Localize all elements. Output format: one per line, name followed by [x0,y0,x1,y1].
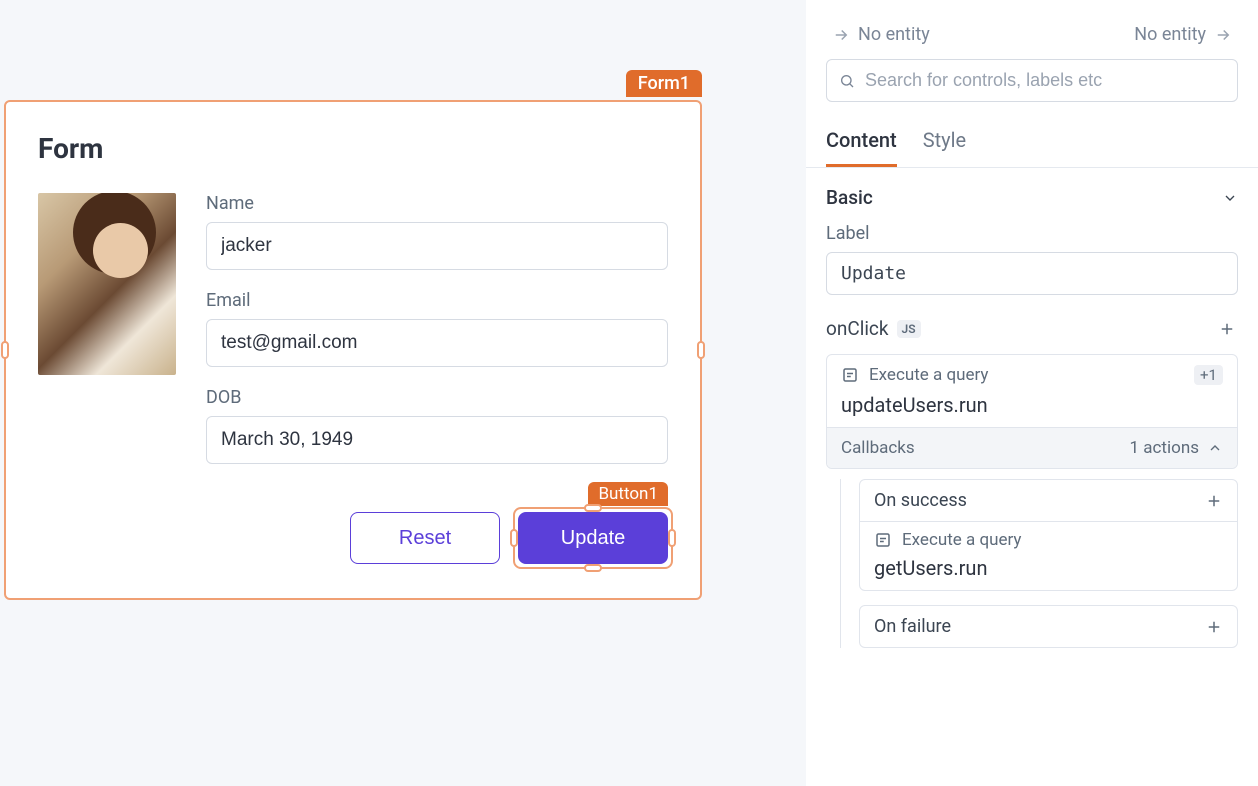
email-input[interactable] [206,319,668,367]
label-prop-input[interactable]: Update [826,252,1238,295]
chevron-down-icon [1222,190,1238,206]
dob-input[interactable] [206,416,668,464]
on-success-card[interactable]: On success Execute a query getUsers.run [859,479,1238,591]
callbacks-count: 1 actions [1130,438,1199,458]
form-fields: Name Email DOB [206,193,668,484]
field-name: Name [206,193,668,270]
form-tag: Form1 [626,70,702,97]
prev-entity-label: No entity [858,24,930,45]
search-box[interactable] [826,59,1238,102]
label-prop-title: Label [826,223,1238,244]
chevron-up-icon [1207,440,1223,456]
plus-icon[interactable] [1205,618,1223,636]
onclick-label: onClick [826,317,889,340]
success-action-code: getUsers.run [860,556,1237,590]
resize-handle-bottom[interactable] [584,564,602,572]
form-body: Name Email DOB [38,193,668,484]
search-icon [839,73,855,89]
form-actions: Reset Button1 Update [38,512,668,564]
action-code: updateUsers.run [827,393,1237,427]
section-basic[interactable]: Basic [826,168,1238,223]
add-action-button[interactable] [1216,318,1238,340]
arrow-right-icon [832,26,850,44]
tab-content[interactable]: Content [826,122,897,167]
action-count-badge: +1 [1194,365,1223,385]
form-card: Form Name Email DOB [4,100,702,600]
on-failure-card[interactable]: On failure [859,605,1238,648]
panel-resizer[interactable] [790,0,806,786]
reset-button[interactable]: Reset [350,512,500,564]
tab-style[interactable]: Style [923,122,966,167]
name-input[interactable] [206,222,668,270]
button-tag: Button1 [588,482,668,506]
on-failure-label: On failure [874,616,951,637]
entity-nav: No entity No entity [826,24,1238,45]
resize-handle-left[interactable] [510,529,518,547]
resize-handle-left[interactable] [1,341,9,359]
js-badge[interactable]: JS [897,320,921,338]
on-success-label: On success [874,490,967,511]
property-panel: No entity No entity Content Style Basic … [806,0,1258,786]
section-basic-label: Basic [826,186,873,209]
arrow-right-icon [1214,26,1232,44]
dob-label: DOB [206,387,668,408]
plus-icon[interactable] [1205,492,1223,510]
plus-icon [1218,320,1236,338]
email-label: Email [206,290,668,311]
resize-handle-right[interactable] [668,529,676,547]
name-label: Name [206,193,668,214]
canvas: Form1 Form Name Email DOB [0,0,790,786]
resize-handle-right[interactable] [697,341,705,359]
next-entity[interactable]: No entity [1134,24,1232,45]
callbacks-bar[interactable]: Callbacks 1 actions [827,427,1237,468]
action-title: Execute a query [869,365,988,385]
form-widget[interactable]: Form1 Form Name Email DOB [4,100,702,600]
query-icon [841,366,859,384]
next-entity-label: No entity [1134,24,1206,45]
update-button-wrapper: Button1 Update [518,512,668,564]
callbacks-label: Callbacks [841,438,915,458]
success-action-title: Execute a query [902,530,1021,550]
callbacks-tree: On success Execute a query getUsers.run … [840,479,1238,648]
onclick-row: onClick JS [826,317,1238,340]
prev-entity[interactable]: No entity [832,24,930,45]
update-button[interactable]: Update [518,512,668,564]
search-input[interactable] [865,70,1225,91]
field-dob: DOB [206,387,668,464]
avatar-image [38,193,176,375]
field-email: Email [206,290,668,367]
onclick-action-card[interactable]: Execute a query +1 updateUsers.run Callb… [826,354,1238,469]
query-icon [874,531,892,549]
panel-tabs: Content Style [806,122,1258,168]
form-title: Form [38,132,668,165]
